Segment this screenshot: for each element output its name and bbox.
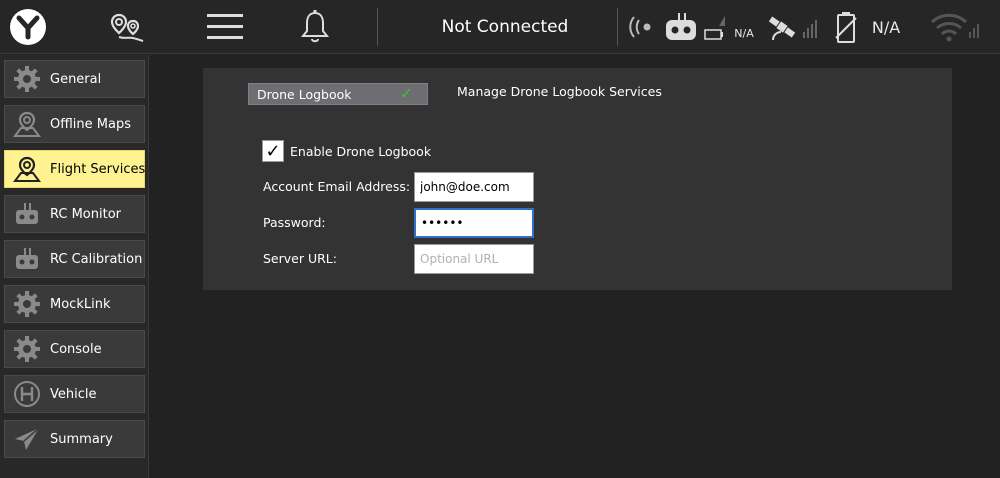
password-field[interactable] (414, 208, 534, 238)
rc-icon (12, 199, 42, 229)
connection-status[interactable]: Not Connected (420, 0, 590, 54)
sidebar-item-rc-monitor[interactable]: RC Monitor (4, 195, 145, 233)
bell-icon[interactable] (298, 0, 332, 54)
rc-controller-icon[interactable] (663, 0, 699, 54)
paper-plane-icon (12, 424, 42, 454)
section-title: Drone Logbook (257, 86, 352, 102)
battery-text: N/A (734, 26, 754, 40)
sidebar-item-label: RC Monitor (50, 206, 122, 222)
sidebar-item-vehicle[interactable]: Vehicle (4, 375, 145, 413)
sidebar-item-label: Vehicle (50, 386, 97, 402)
sidebar-item-label: Summary (50, 431, 113, 447)
sidebar-item-console[interactable]: Console (4, 330, 145, 368)
sidebar-item-mocklink[interactable]: MockLink (4, 285, 145, 323)
settings-sidebar: General Offline Maps Flight Services RC … (0, 55, 149, 478)
top-toolbar: Not Connected N/A N/A (0, 0, 1000, 54)
sidebar-item-general[interactable]: General (4, 60, 145, 98)
email-field[interactable] (414, 172, 534, 202)
wifi-signal-icon[interactable] (928, 0, 984, 54)
vehicle-battery-icon[interactable] (703, 0, 727, 54)
helipad-icon (12, 379, 42, 409)
sidebar-item-label: Flight Services (50, 161, 146, 177)
gear-icon (12, 64, 42, 94)
phone-battery-icon[interactable] (832, 0, 860, 54)
checkmark-icon: ✓ (399, 84, 413, 103)
sidebar-item-flight-services[interactable]: Flight Services (4, 150, 145, 188)
server-url-field[interactable] (414, 244, 534, 274)
sidebar-item-rc-calibration[interactable]: RC Calibration (4, 240, 145, 278)
drone-logbook-panel: Drone Logbook ✓ Manage Drone Logbook Ser… (203, 68, 952, 290)
toolbar-divider (617, 8, 618, 46)
sidebar-item-summary[interactable]: Summary (4, 420, 145, 458)
sidebar-item-label: Offline Maps (50, 116, 131, 132)
plan-view-icon[interactable] (104, 0, 150, 54)
sidebar-item-label: General (50, 71, 102, 87)
gps-satellite-icon[interactable] (766, 0, 822, 54)
sidebar-item-label: MockLink (50, 296, 111, 312)
rc-icon (12, 244, 42, 274)
sidebar-item-label: Console (50, 341, 102, 357)
section-description: Manage Drone Logbook Services (457, 84, 662, 99)
gps-text: N/A (871, 17, 901, 37)
sidebar-item-label: RC Calibration (50, 251, 143, 267)
server-url-label: Server URL: (263, 251, 337, 266)
enable-drone-logbook-checkbox[interactable]: ✓ (262, 140, 284, 162)
map-pin-icon (12, 154, 42, 184)
password-label: Password: (263, 215, 326, 230)
hamburger-menu-icon[interactable] (203, 0, 247, 54)
email-label: Account Email Address: (263, 179, 411, 194)
gear-icon (12, 289, 42, 319)
gear-icon (12, 334, 42, 364)
map-pin-icon (12, 109, 42, 139)
toolbar-divider (377, 8, 378, 46)
drone-logbook-section-header[interactable]: Drone Logbook ✓ (248, 83, 428, 105)
sidebar-item-offline-maps[interactable]: Offline Maps (4, 105, 145, 143)
enable-drone-logbook-label: Enable Drone Logbook (290, 143, 432, 159)
app-logo-icon[interactable] (6, 0, 50, 54)
radio-signal-icon[interactable] (626, 0, 656, 54)
enable-drone-logbook-row[interactable]: ✓ Enable Drone Logbook (262, 140, 431, 162)
